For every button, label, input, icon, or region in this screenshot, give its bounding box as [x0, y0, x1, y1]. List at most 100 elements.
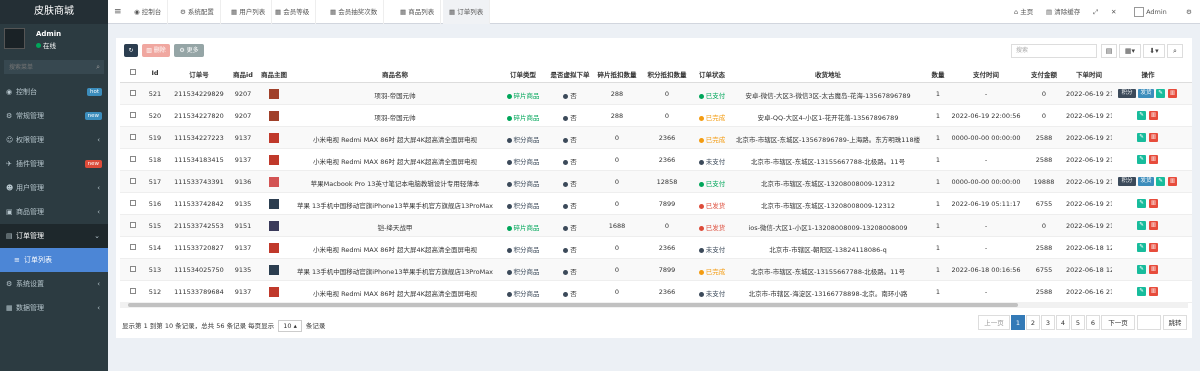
sidebar-item-3[interactable]: ✈ 插件管理 new [0, 152, 108, 176]
goods-thumbnail[interactable] [269, 111, 279, 121]
row-checkbox[interactable] [130, 288, 136, 294]
table-row[interactable]: 518 111534183415 9137 小米电视 Redmi MAX 86吋 超大… [120, 149, 1192, 171]
col-qty[interactable]: 数量 [926, 69, 950, 79]
page-2-button[interactable]: 2 [1026, 315, 1040, 330]
edit-icon[interactable]: ✎ [1137, 221, 1146, 230]
goods-thumbnail[interactable] [269, 133, 279, 143]
row-checkbox[interactable] [130, 244, 136, 250]
jump-page-input[interactable] [1137, 315, 1161, 330]
prev-page-button[interactable]: 上一页 [978, 315, 1010, 330]
goods-thumbnail[interactable] [269, 265, 279, 275]
tab-6[interactable]: ▦ 订单列表 [443, 0, 491, 24]
col-goods-id[interactable]: 商品id [230, 69, 256, 79]
edit-icon[interactable]: ✎ [1137, 133, 1146, 142]
ship-button[interactable]: 发货 [1138, 89, 1154, 98]
goods-thumbnail[interactable] [269, 89, 279, 99]
edit-icon[interactable]: ✎ [1137, 265, 1146, 274]
export-icon[interactable]: ⬇▾ [1143, 44, 1165, 58]
fullscreen-icon[interactable]: ⤢ [1093, 0, 1098, 24]
table-row[interactable]: 517 111533743391 9136 苹果Macbook Pro 13英寸笔记本… [120, 171, 1192, 193]
expand-icon[interactable]: ✕ [1111, 0, 1116, 24]
row-checkbox[interactable] [130, 200, 136, 206]
goods-thumbnail[interactable] [269, 199, 279, 209]
goods-thumbnail[interactable] [269, 287, 279, 297]
row-checkbox[interactable] [130, 112, 136, 118]
home-link[interactable]: ⌂ 主页 [1014, 0, 1033, 24]
points-button[interactable]: 积分 [1118, 89, 1136, 98]
sidebar-item-0[interactable]: ◉ 控制台 hot [0, 80, 108, 104]
table-row[interactable]: 512 111533789684 9137 小米电视 Redmi MAX 86吋 超大… [120, 281, 1192, 303]
delete-icon[interactable]: ▥ [1149, 199, 1158, 208]
tab-4[interactable]: ▦ 会员抽奖次数 [324, 0, 385, 24]
select-all-checkbox[interactable] [130, 69, 136, 75]
edit-icon[interactable]: ✎ [1137, 287, 1146, 296]
tab-5[interactable]: ▦ 商品列表 [394, 0, 442, 24]
delete-icon[interactable]: ▥ [1149, 265, 1158, 274]
search-icon[interactable]: ⌕ [96, 63, 100, 72]
delete-icon[interactable]: ▥ [1149, 243, 1158, 252]
sidebar-item-9[interactable]: ▦ 数据管理 ‹ [0, 296, 108, 320]
delete-icon[interactable]: ▥ [1149, 133, 1158, 142]
goods-thumbnail[interactable] [269, 155, 279, 165]
goods-thumbnail[interactable] [269, 177, 279, 187]
sidebar-item-6[interactable]: ▤ 订单管理 ⌄ [0, 224, 108, 248]
edit-icon[interactable]: ✎ [1137, 155, 1146, 164]
delete-icon[interactable]: ▥ [1149, 155, 1158, 164]
row-checkbox[interactable] [130, 266, 136, 272]
ship-button[interactable]: 发货 [1138, 177, 1154, 186]
clear-cache-button[interactable]: ▤ 清除缓存 [1046, 0, 1080, 24]
col-amount[interactable]: 支付金额 [1024, 69, 1064, 79]
tab-2[interactable]: ▦ 用户列表 [225, 0, 273, 24]
col-pay-time[interactable]: 支付时间 [950, 69, 1022, 79]
sidebar-item-1[interactable]: ⚙ 常规管理 new [0, 104, 108, 128]
delete-icon[interactable]: ▥ [1149, 287, 1158, 296]
user-menu[interactable]: Admin [1134, 0, 1167, 24]
table-row[interactable]: 519 111534227223 9137 小米电视 Redmi MAX 86吋 超大… [120, 127, 1192, 149]
goods-thumbnail[interactable] [269, 221, 279, 231]
menu-search[interactable]: ⌕ [4, 60, 104, 74]
table-search-input[interactable]: 搜索 [1011, 44, 1097, 58]
horizontal-scrollbar[interactable] [120, 302, 1188, 308]
col-order-time[interactable]: 下单时间 [1066, 69, 1112, 79]
menu-toggle-icon[interactable]: ≡ [114, 0, 122, 24]
table-row[interactable]: 516 111533742842 9135 苹果 13手机中国移动官旗iPhone13… [120, 193, 1192, 215]
edit-icon[interactable]: ✎ [1137, 243, 1146, 252]
delete-icon[interactable]: ▥ [1149, 111, 1158, 120]
next-page-button[interactable]: 下一页 [1101, 315, 1135, 330]
page-6-button[interactable]: 6 [1086, 315, 1100, 330]
points-button[interactable]: 积分 [1118, 177, 1136, 186]
col-order-type[interactable]: 订单类型 [498, 69, 548, 79]
jump-button[interactable]: 跳转 [1163, 315, 1187, 330]
tab-0[interactable]: ◉ 控制台 [128, 0, 169, 24]
table-row[interactable]: 521 211534229829 9207 项羽-帝国元帅 碎片商品 否 288 0 已支付 安卓… [120, 83, 1192, 105]
page-1-button[interactable]: 1 [1011, 315, 1025, 330]
row-checkbox[interactable] [130, 90, 136, 96]
col-goods-name[interactable]: 商品名称 [292, 69, 498, 79]
edit-icon[interactable]: ✎ [1156, 177, 1165, 186]
col-points[interactable]: 积分抵扣数量 [642, 69, 692, 79]
row-checkbox[interactable] [130, 222, 136, 228]
sidebar-item-2[interactable]: ☺ 权限管理 ‹ [0, 128, 108, 152]
scrollbar-thumb[interactable] [128, 303, 1018, 307]
settings-gear-icon[interactable]: ⚙ [1186, 0, 1192, 24]
col-id[interactable]: Id [146, 69, 164, 77]
table-row[interactable]: 514 111533720827 9137 小米电视 Redmi MAX 86吋 超大… [120, 237, 1192, 259]
delete-icon[interactable]: ▥ [1168, 89, 1177, 98]
page-4-button[interactable]: 4 [1056, 315, 1070, 330]
delete-button[interactable]: ▥ 删除 [142, 44, 170, 57]
col-virtual[interactable]: 是否虚拟下单 [548, 69, 592, 79]
goods-thumbnail[interactable] [269, 243, 279, 253]
sidebar-item-8[interactable]: ⚙ 系统设置 ‹ [0, 272, 108, 296]
sidebar-item-4[interactable]: ☻ 用户管理 ‹ [0, 176, 108, 200]
tab-3[interactable]: ▦ 会员等级 [269, 0, 317, 24]
col-status[interactable]: 订单状态 [694, 69, 730, 79]
edit-icon[interactable]: ✎ [1156, 89, 1165, 98]
table-row[interactable]: 520 211534227820 9207 项羽-帝国元帅 碎片商品 否 288 0 已完成 安卓… [120, 105, 1192, 127]
grid-view-icon[interactable]: ▦▾ [1119, 44, 1141, 58]
col-fragment[interactable]: 碎片抵扣数量 [594, 69, 640, 79]
col-goods-pic[interactable]: 商品主图 [258, 69, 290, 79]
search-icon[interactable]: ⌕ [1167, 44, 1183, 58]
sidebar-item-7[interactable]: ≡ 订单列表 [0, 248, 108, 272]
refresh-button[interactable]: ↻ [124, 44, 138, 57]
col-order-no[interactable]: 订单号 [168, 69, 230, 79]
